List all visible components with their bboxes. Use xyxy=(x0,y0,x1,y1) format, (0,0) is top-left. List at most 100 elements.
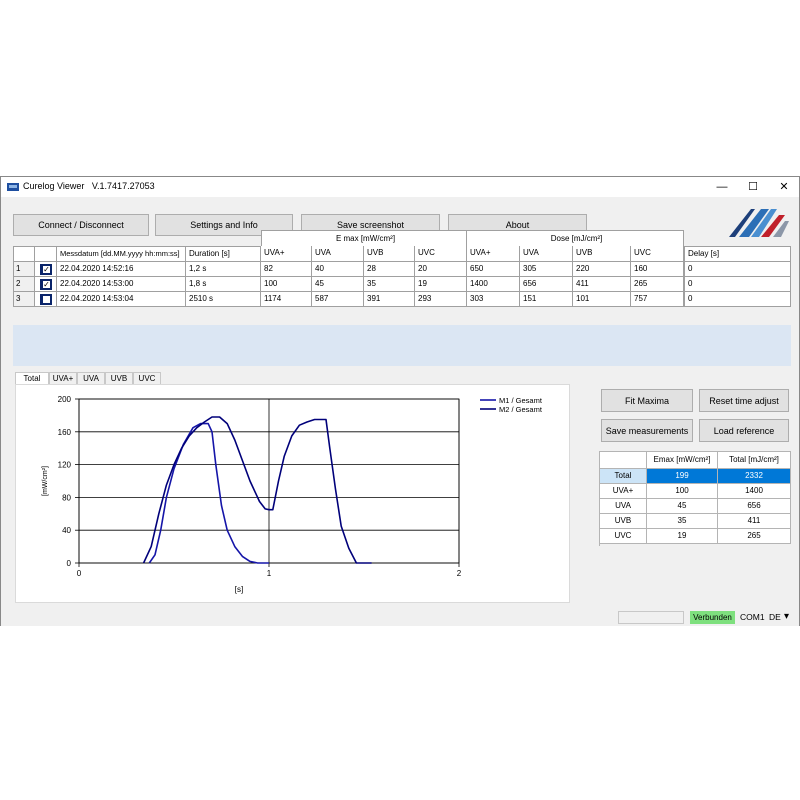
y-tick-label: 200 xyxy=(58,395,72,404)
y-tick-label: 0 xyxy=(67,559,72,568)
row-date: 22.04.2020 14:53:00 xyxy=(57,277,186,292)
row-index: 2 xyxy=(13,277,35,292)
row-emax-value: 82 xyxy=(261,262,312,277)
row-select-cell[interactable]: ✓ xyxy=(35,262,57,277)
y-tick-label: 160 xyxy=(58,428,72,437)
row-index: 1 xyxy=(13,262,35,277)
row-dose-value: 151 xyxy=(520,292,573,307)
line-chart: 0 40 80 120 160 200 0 1 2 [s] [mW/cm²] M1 / GesamtM… xyxy=(42,395,543,594)
row-dose-value: 656 xyxy=(520,277,573,292)
x-tick-label: 2 xyxy=(457,569,462,578)
connect-disconnect-button[interactable]: Connect / Disconnect xyxy=(13,214,149,236)
dose-group-header: Dose [mJ/cm²] xyxy=(467,230,684,247)
row-emax-value: 293 xyxy=(415,292,467,307)
summary-emax-value: 100 xyxy=(647,484,718,499)
summary-emax-value: 35 xyxy=(647,514,718,529)
emax-group-header: E max [mW/cm²] xyxy=(261,230,467,247)
row-dose-value: 220 xyxy=(573,262,631,277)
row-emax-value: 391 xyxy=(364,292,415,307)
y-axis-label: [mW/cm²] xyxy=(42,466,49,496)
minimize-button[interactable]: — xyxy=(707,177,737,197)
fit-maxima-button[interactable]: Fit Maxima xyxy=(601,389,693,412)
load-reference-button[interactable]: Load reference xyxy=(699,419,789,442)
summary-total-value: 411 xyxy=(718,514,791,529)
y-tick-label: 40 xyxy=(62,526,71,535)
grid-empty-area xyxy=(13,325,791,366)
header-dose-3: UVC xyxy=(631,246,684,262)
row-dose-value: 305 xyxy=(520,262,573,277)
row-emax-value: 1174 xyxy=(261,292,312,307)
summary-row-label: Total xyxy=(600,469,647,484)
legend-label: M1 / Gesamt xyxy=(499,396,543,405)
row-dose-value: 303 xyxy=(467,292,520,307)
summary-header-emax: Emax [mW/cm²] xyxy=(647,452,718,469)
header-emax-0: UVA+ xyxy=(261,246,312,262)
company-logo xyxy=(729,209,789,237)
row-checkbox[interactable]: ✓ xyxy=(40,279,52,290)
summary-emax-value: 199 xyxy=(647,469,718,484)
row-duration: 1,8 s xyxy=(186,277,261,292)
com-port-label: COM1 xyxy=(740,612,765,622)
legend-label: M2 / Gesamt xyxy=(499,405,543,414)
app-window: Curelog Viewer V.1.7417.27053 — ☐ ✕ Conn… xyxy=(0,176,800,626)
x-tick-label: 0 xyxy=(77,569,82,578)
series-line-1 xyxy=(148,422,269,564)
chevron-down-icon[interactable]: ▾ xyxy=(784,610,789,623)
summary-row-label: UVA+ xyxy=(600,484,647,499)
reset-time-adjust-button[interactable]: Reset time adjust xyxy=(699,389,789,412)
row-delay: 0 xyxy=(684,277,791,292)
y-tick-label: 80 xyxy=(62,493,71,502)
row-dose-value: 411 xyxy=(573,277,631,292)
row-emax-value: 20 xyxy=(415,262,467,277)
summary-row-label: UVB xyxy=(600,514,647,529)
summary-total-value: 1400 xyxy=(718,484,791,499)
row-checkbox[interactable] xyxy=(40,294,52,305)
header-emax-1: UVA xyxy=(312,246,364,262)
app-icon xyxy=(7,183,19,191)
maximize-button[interactable]: ☐ xyxy=(738,177,768,197)
header-duration: Duration [s] xyxy=(186,246,261,262)
header-date: Messdatum [dd.MM.yyyy hh:mm:ss] xyxy=(57,246,186,262)
row-index: 3 xyxy=(13,292,35,307)
check-icon: ✓ xyxy=(43,280,50,289)
row-emax-value: 100 xyxy=(261,277,312,292)
row-delay: 0 xyxy=(684,292,791,307)
row-dose-value: 757 xyxy=(631,292,684,307)
summary-total-value: 656 xyxy=(718,499,791,514)
row-select-cell[interactable] xyxy=(35,292,57,307)
window-title: Curelog Viewer V.1.7417.27053 xyxy=(23,181,155,191)
summary-table: Emax [mW/cm²] Total [mJ/cm²] Total 199 2332 U… xyxy=(599,451,791,546)
series-line-2 xyxy=(142,416,372,564)
x-axis-label: [s] xyxy=(235,585,243,594)
row-emax-value: 40 xyxy=(312,262,364,277)
summary-total-value: 2332 xyxy=(718,469,791,484)
y-tick-label: 120 xyxy=(58,461,72,470)
row-dose-value: 160 xyxy=(631,262,684,277)
connection-status-badge: Verbunden xyxy=(690,611,735,624)
close-button[interactable]: ✕ xyxy=(769,177,799,197)
row-checkbox[interactable]: ✓ xyxy=(40,264,52,275)
row-select-cell[interactable]: ✓ xyxy=(35,277,57,292)
header-dose-2: UVB xyxy=(573,246,631,262)
row-delay: 0 xyxy=(684,262,791,277)
status-bar: Verbunden COM1 DE ▾ xyxy=(1,609,799,626)
row-emax-value: 19 xyxy=(415,277,467,292)
summary-emax-value: 45 xyxy=(647,499,718,514)
row-duration: 2510 s xyxy=(186,292,261,307)
row-emax-value: 587 xyxy=(312,292,364,307)
header-emax-2: UVB xyxy=(364,246,415,262)
chart-panel: 0 40 80 120 160 200 0 1 2 [s] [mW/cm²] M1 / Gesamt M… xyxy=(15,384,570,603)
row-dose-value: 1400 xyxy=(467,277,520,292)
title-bar: Curelog Viewer V.1.7417.27053 — ☐ ✕ xyxy=(1,177,799,197)
row-date: 22.04.2020 14:52:16 xyxy=(57,262,186,277)
row-dose-value: 650 xyxy=(467,262,520,277)
header-delay: Delay [s] xyxy=(684,246,791,262)
summary-total-value: 265 xyxy=(718,529,791,544)
row-emax-value: 35 xyxy=(364,277,415,292)
header-select xyxy=(35,246,57,262)
language-selector[interactable]: DE xyxy=(769,611,781,624)
row-emax-value: 45 xyxy=(312,277,364,292)
header-dose-1: UVA xyxy=(520,246,573,262)
header-corner xyxy=(13,246,35,262)
save-measurements-button[interactable]: Save measurements xyxy=(601,419,693,442)
